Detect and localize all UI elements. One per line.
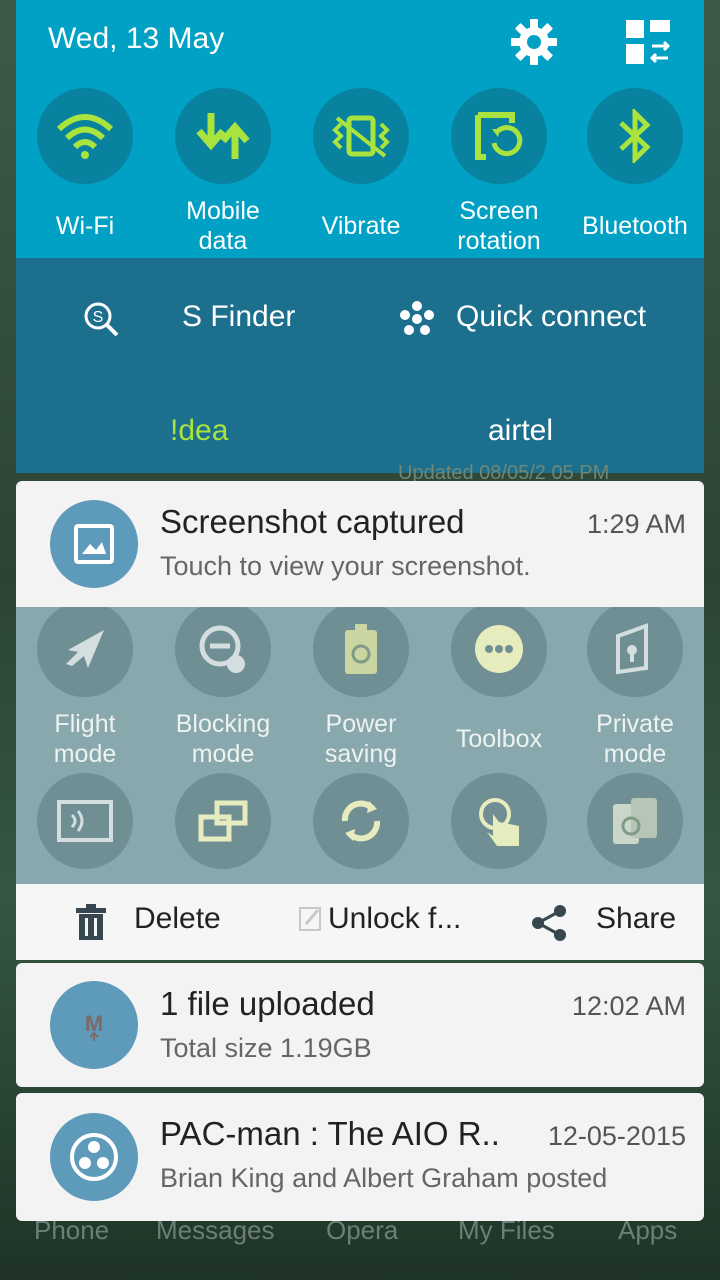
mobile-data-icon [175, 88, 271, 184]
blocking-mode-icon [175, 607, 271, 697]
quick-connect-button[interactable]: Quick connect [456, 300, 646, 334]
preview-tile-sync [296, 773, 426, 869]
tile-screen-rotation-label: Screen rotation [457, 197, 541, 255]
notification-subtitle: Touch to view your screenshot. [160, 551, 531, 581]
preview-tile-multi-window [158, 773, 288, 869]
notification-title: 1 file uploaded [160, 985, 375, 1022]
date-label: Wed, 13 May [48, 22, 225, 55]
wifi-icon [37, 88, 133, 184]
battery-icon [587, 773, 683, 869]
sfinder-button[interactable]: S Finder [182, 300, 295, 334]
bluetooth-icon [587, 88, 683, 184]
share-button[interactable]: Share [596, 902, 676, 936]
notification-time: 12-05-2015 [547, 1121, 686, 1151]
screenshot-preview-image[interactable]: Flight mode Blocking mode Power saving T… [16, 607, 704, 884]
trash-icon[interactable] [72, 904, 110, 942]
vibrate-icon [313, 88, 409, 184]
notification-screenshot[interactable]: Screenshot captured 1:29 AM Touch to vie… [16, 481, 704, 611]
edit-icon[interactable] [298, 904, 324, 942]
quick-panel: Wed, 13 May Wi-Fi Mobile data Vibrate Sc… [16, 0, 704, 258]
preview-tile-label: Toolbox [455, 725, 543, 753]
notification-title: Screenshot captured [160, 503, 465, 540]
mega-upload-icon: M [50, 981, 138, 1069]
unlock-button[interactable]: Unlock f... [328, 902, 461, 936]
tile-bluetooth-label: Bluetooth [582, 212, 688, 240]
toolbox-icon [451, 607, 547, 697]
tile-wifi-label: Wi-Fi [55, 212, 115, 240]
quick-connect-icon[interactable] [398, 300, 436, 338]
airplane-icon [37, 607, 133, 697]
sfinder-bar: S S Finder Quick connect !dea airtel [16, 258, 704, 473]
preview-tile-private-mode: Private mode [570, 607, 700, 771]
notification-title: PAC-man : The AIO R.. [160, 1115, 500, 1152]
preview-tile-flight-mode: Flight mode [20, 607, 150, 771]
tile-vibrate[interactable]: Vibrate [296, 88, 426, 258]
preview-tile-toolbox: Toolbox [434, 607, 564, 771]
notification-time: 1:29 AM [586, 509, 686, 539]
carrier-sim2: airtel [488, 414, 554, 447]
notification-time: 12:02 AM [571, 991, 686, 1021]
preview-tile-touch [434, 773, 564, 869]
preview-tile-screen-mirroring [20, 773, 150, 869]
tile-bluetooth[interactable]: Bluetooth [570, 88, 700, 258]
sfinder-search-icon[interactable]: S [82, 300, 120, 338]
multi-window-icon [175, 773, 271, 869]
notification-pacman[interactable]: PAC-man : The AIO R.. 12-05-2015 Brian K… [16, 1093, 704, 1221]
touch-hand-icon [451, 773, 547, 869]
preview-tile-label: Flight mode [53, 710, 117, 768]
tile-mobile-data[interactable]: Mobile data [158, 88, 288, 258]
carrier-sim1: !dea [170, 414, 229, 447]
notification-subtitle: Total size 1.19GB [160, 1033, 372, 1063]
screen-rotation-icon [451, 88, 547, 184]
settings-gear-icon[interactable] [508, 16, 560, 68]
tile-vibrate-label: Vibrate [321, 212, 401, 240]
preview-tile-label: Power saving [324, 710, 398, 768]
share-icon[interactable] [530, 904, 568, 942]
battery-recycle-icon [313, 607, 409, 697]
gallery-image-icon [50, 500, 138, 588]
tile-screen-rotation[interactable]: Screen rotation [434, 88, 564, 258]
edit-tiles-grid-icon[interactable] [622, 16, 674, 68]
preview-tile-label: Blocking mode [175, 710, 271, 768]
notification-upload[interactable]: M 1 file uploaded 12:02 AM Total size 1.… [16, 963, 704, 1087]
tile-mobile-data-label: Mobile data [186, 197, 260, 255]
tile-wifi[interactable]: Wi-Fi [20, 88, 150, 258]
community-icon [50, 1113, 138, 1201]
notification-subtitle: Brian King and Albert Graham posted [160, 1163, 608, 1193]
preview-tile-power-saving: Power saving [296, 607, 426, 771]
private-mode-icon [587, 607, 683, 697]
screen-mirroring-icon [37, 773, 133, 869]
preview-tile-battery [570, 773, 700, 869]
preview-tile-blocking-mode: Blocking mode [158, 607, 288, 771]
svg-text:S: S [93, 309, 104, 326]
sync-icon [313, 773, 409, 869]
delete-button[interactable]: Delete [134, 902, 221, 936]
preview-tile-label: Private mode [596, 710, 674, 768]
screenshot-actions: Delete Unlock f... Share [16, 884, 704, 960]
